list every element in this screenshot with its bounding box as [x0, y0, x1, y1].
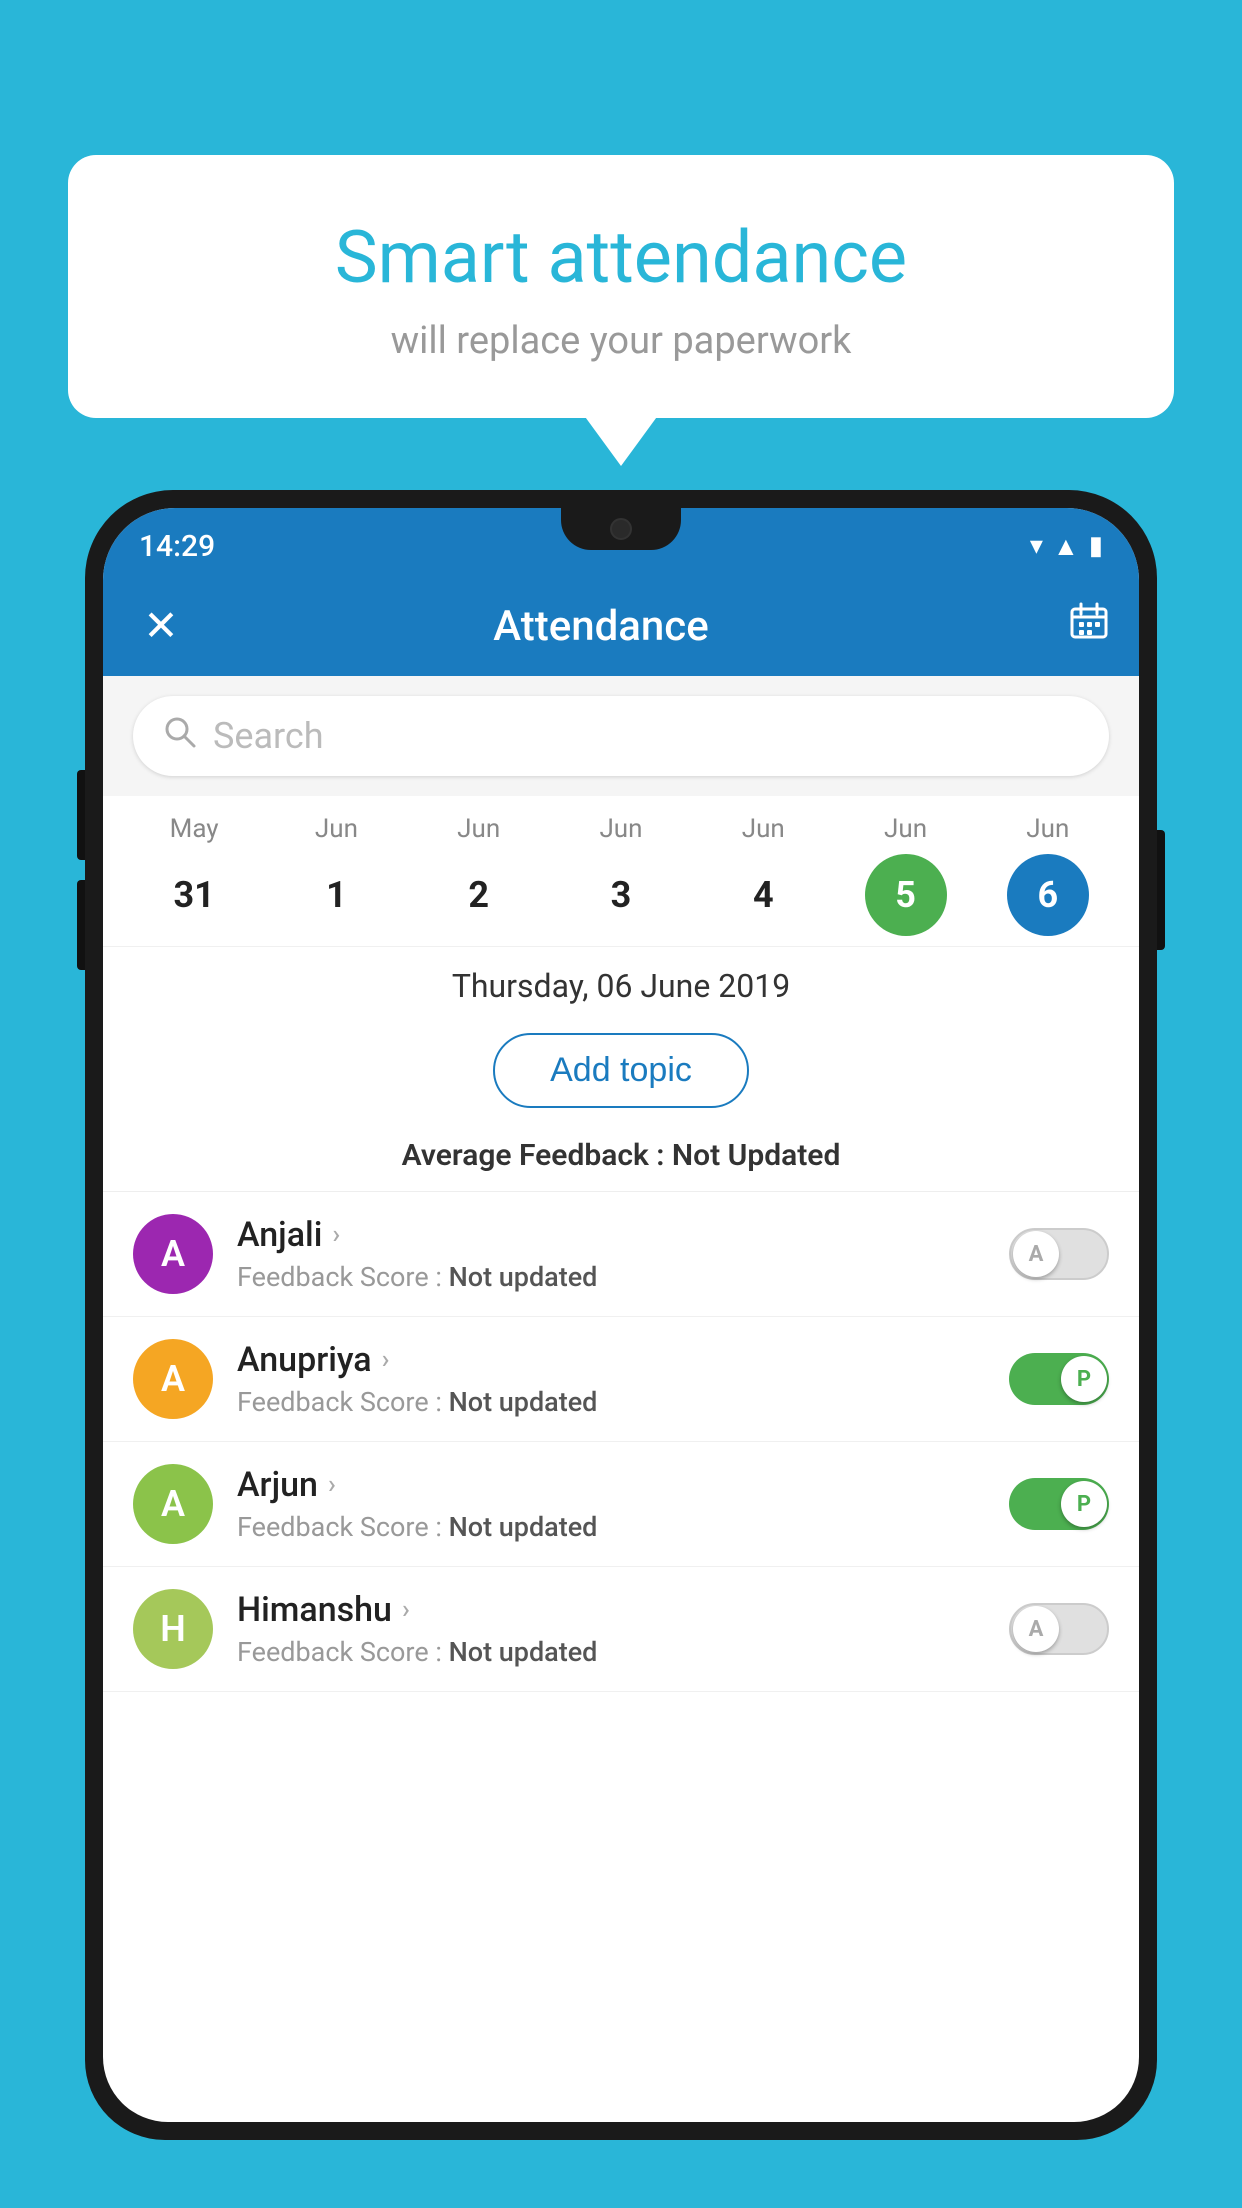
- date-info: Thursday, 06 June 2019: [103, 946, 1139, 1017]
- date-circle[interactable]: 4: [722, 854, 804, 936]
- date-circle[interactable]: 6: [1007, 854, 1089, 936]
- avg-feedback-value: Not Updated: [672, 1138, 840, 1173]
- volume-up-button: [77, 770, 85, 860]
- student-item[interactable]: AAnjali ›Feedback Score : Not updatedA: [103, 1192, 1139, 1317]
- calendar-col[interactable]: Jun 6: [977, 814, 1119, 936]
- search-icon: [163, 715, 197, 758]
- search-placeholder: Search: [213, 715, 324, 757]
- phone-wrapper: 14:29 ▾ ▲ ▮ ✕ Attendance: [85, 490, 1157, 2208]
- page-title: Attendance: [189, 602, 1013, 651]
- student-info: Himanshu › Feedback Score : Not updated: [237, 1590, 1009, 1668]
- month-label: Jun: [457, 814, 500, 844]
- calendar-col[interactable]: Jun 1: [265, 814, 407, 936]
- calendar-row: May 31 Jun 1 Jun 2 Jun 3 Jun 4 Jun 5 Jun 6: [103, 796, 1139, 946]
- add-topic-button[interactable]: Add topic: [493, 1033, 749, 1108]
- avg-feedback: Average Feedback : Not Updated: [103, 1128, 1139, 1192]
- feedback-score: Feedback Score : Not updated: [237, 1261, 1009, 1293]
- month-label: Jun: [1026, 814, 1069, 844]
- feedback-score: Feedback Score : Not updated: [237, 1636, 1009, 1668]
- wifi-icon: ▾: [1030, 531, 1043, 561]
- student-item[interactable]: A Arjun › Feedback Score : Not updated P: [103, 1442, 1139, 1567]
- attendance-toggle[interactable]: A: [1009, 1228, 1109, 1280]
- avg-feedback-label: Average Feedback :: [402, 1138, 672, 1173]
- speech-subtitle: will replace your paperwork: [118, 319, 1124, 363]
- chevron-right-icon: ›: [332, 1220, 340, 1250]
- signal-icon: ▲: [1053, 531, 1079, 562]
- month-label: Jun: [884, 814, 927, 844]
- date-circle[interactable]: 31: [153, 854, 235, 936]
- search-container: Search: [103, 676, 1139, 796]
- calendar-col[interactable]: Jun 5: [834, 814, 976, 936]
- toggle-knob: P: [1061, 1481, 1107, 1527]
- calendar-icon[interactable]: [1069, 601, 1109, 651]
- speech-bubble: Smart attendance will replace your paper…: [68, 155, 1174, 418]
- chevron-right-icon: ›: [328, 1470, 336, 1500]
- volume-down-button: [77, 880, 85, 970]
- calendar-col[interactable]: Jun 4: [692, 814, 834, 936]
- attendance-toggle-container[interactable]: P: [1009, 1353, 1109, 1405]
- student-item[interactable]: A Anupriya › Feedback Score : Not updated P: [103, 1317, 1139, 1442]
- student-name: Arjun ›: [237, 1465, 1009, 1505]
- calendar-col[interactable]: Jun 2: [408, 814, 550, 936]
- phone-notch: [561, 508, 681, 550]
- phone-outer: 14:29 ▾ ▲ ▮ ✕ Attendance: [85, 490, 1157, 2140]
- calendar-col[interactable]: May 31: [123, 814, 265, 936]
- avatar: A: [133, 1214, 213, 1294]
- app-header: ✕ Attendance: [103, 576, 1139, 676]
- status-time: 14:29: [139, 529, 215, 564]
- attendance-toggle[interactable]: P: [1009, 1353, 1109, 1405]
- month-label: Jun: [315, 814, 358, 844]
- camera-dot: [610, 518, 632, 540]
- student-name: Himanshu ›: [237, 1590, 1009, 1630]
- student-list: AAnjali ›Feedback Score : Not updatedAAA…: [103, 1192, 1139, 1692]
- search-bar[interactable]: Search: [133, 696, 1109, 776]
- toggle-knob: P: [1061, 1356, 1107, 1402]
- selected-date: Thursday, 06 June 2019: [133, 967, 1109, 1005]
- date-circle[interactable]: 1: [295, 854, 377, 936]
- close-button[interactable]: ✕: [133, 601, 189, 651]
- avatar: A: [133, 1464, 213, 1544]
- date-circle[interactable]: 3: [580, 854, 662, 936]
- student-name: Anjali ›: [237, 1215, 1009, 1255]
- date-circle[interactable]: 2: [438, 854, 520, 936]
- student-info: Arjun › Feedback Score : Not updated: [237, 1465, 1009, 1543]
- month-label: Jun: [599, 814, 642, 844]
- student-name: Anupriya ›: [237, 1340, 1009, 1380]
- chevron-right-icon: ›: [382, 1345, 390, 1375]
- attendance-toggle-container[interactable]: P: [1009, 1478, 1109, 1530]
- student-info: Anupriya › Feedback Score : Not updated: [237, 1340, 1009, 1418]
- attendance-toggle-container[interactable]: A: [1009, 1228, 1109, 1280]
- avatar: H: [133, 1589, 213, 1669]
- toggle-knob: A: [1013, 1231, 1059, 1277]
- calendar-col[interactable]: Jun 3: [550, 814, 692, 936]
- chevron-right-icon: ›: [402, 1595, 410, 1625]
- attendance-toggle[interactable]: P: [1009, 1478, 1109, 1530]
- power-button: [1157, 830, 1165, 950]
- speech-title: Smart attendance: [118, 215, 1124, 301]
- feedback-score: Feedback Score : Not updated: [237, 1511, 1009, 1543]
- status-icons: ▾ ▲ ▮: [1030, 531, 1103, 562]
- battery-icon: ▮: [1089, 531, 1103, 561]
- attendance-toggle[interactable]: A: [1009, 1603, 1109, 1655]
- feedback-score: Feedback Score : Not updated: [237, 1386, 1009, 1418]
- toggle-knob: A: [1013, 1606, 1059, 1652]
- student-info: Anjali › Feedback Score : Not updated: [237, 1215, 1009, 1293]
- speech-bubble-container: Smart attendance will replace your paper…: [68, 155, 1174, 418]
- phone-screen: 14:29 ▾ ▲ ▮ ✕ Attendance: [103, 508, 1139, 2122]
- student-item[interactable]: H Himanshu › Feedback Score : Not updatedA: [103, 1567, 1139, 1692]
- month-label: Jun: [742, 814, 785, 844]
- attendance-toggle-container[interactable]: A: [1009, 1603, 1109, 1655]
- avatar: A: [133, 1339, 213, 1419]
- date-circle[interactable]: 5: [865, 854, 947, 936]
- month-label: May: [170, 814, 219, 844]
- add-topic-container: Add topic: [103, 1017, 1139, 1128]
